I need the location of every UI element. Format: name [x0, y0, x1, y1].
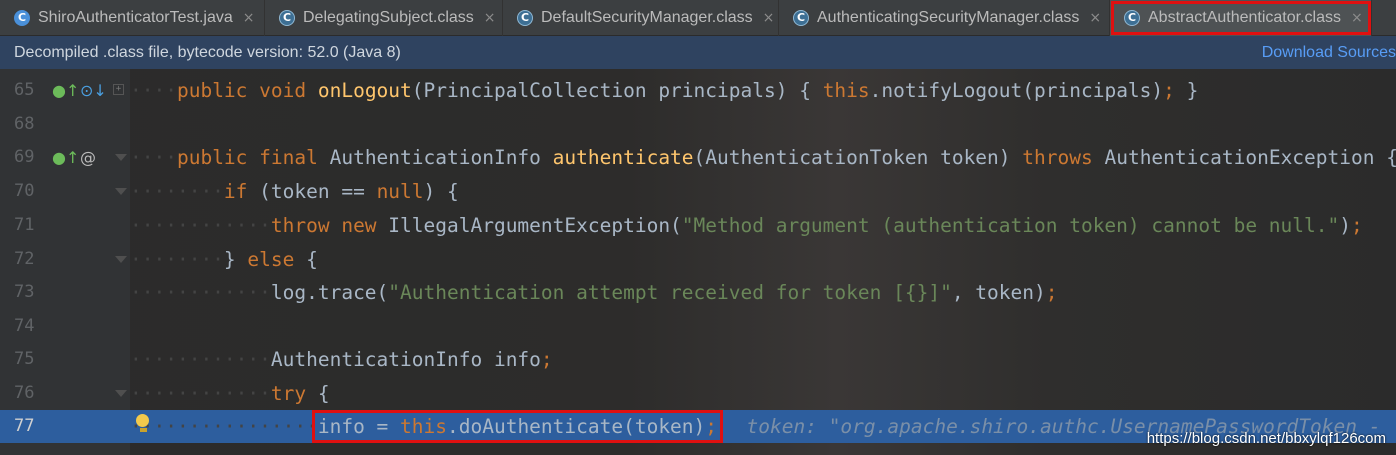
tab-label: ShiroAuthenticatorTest.java — [38, 9, 233, 26]
gutter-line: 68 — [0, 108, 130, 141]
decompiled-info-banner: Decompiled .class file, bytecode version… — [0, 36, 1396, 69]
tab-label: AuthenticatingSecurityManager.class — [817, 9, 1080, 26]
code-line: ····public void onLogout(PrincipalCollec… — [130, 79, 1199, 102]
class-file-icon: C — [517, 10, 533, 26]
overridden-marker-icon[interactable]: ⊙↓ — [80, 74, 107, 107]
tab-label: DelegatingSubject.class — [303, 9, 474, 26]
code-line: ············throw new IllegalArgumentExc… — [130, 214, 1363, 237]
intention-bulb-icon[interactable] — [136, 414, 150, 432]
line-number: 68 — [14, 114, 35, 134]
line-number: 74 — [14, 316, 35, 336]
download-sources-link[interactable]: Download Sources — [1262, 36, 1396, 69]
tab-abstract-authenticator[interactable]: C AbstractAuthenticator.class × — [1110, 0, 1372, 36]
gutter-line: 69 ●↑ @ — [0, 141, 130, 174]
gutter-line: 76 — [0, 377, 130, 410]
close-icon[interactable]: × — [243, 10, 255, 26]
gutter-line: 65 ●↑ ⊙↓ + — [0, 74, 130, 107]
close-icon[interactable]: × — [1351, 10, 1363, 26]
line-number: 65 — [14, 80, 35, 100]
line-number: 71 — [14, 215, 35, 235]
gutter-line: 71 — [0, 209, 130, 242]
line-number: 75 — [14, 349, 35, 369]
tab-delegating-subject[interactable]: C DelegatingSubject.class × — [265, 0, 503, 36]
fold-collapse-icon[interactable] — [115, 188, 127, 195]
fold-collapse-icon[interactable] — [115, 390, 127, 397]
close-icon[interactable]: × — [484, 10, 496, 26]
banner-message: Decompiled .class file, bytecode version… — [14, 43, 401, 61]
code-line: ····public final AuthenticationInfo auth… — [130, 146, 1396, 169]
gutter-line: 73 — [0, 276, 130, 309]
editor-tab-bar: C ShiroAuthenticatorTest.java × C Delega… — [0, 0, 1396, 36]
gutter-line: 75 — [0, 343, 130, 376]
tab-label: DefaultSecurityManager.class — [541, 9, 753, 26]
gutter-line-current: 77 — [0, 410, 130, 443]
tab-default-security-manager[interactable]: C DefaultSecurityManager.class × — [503, 0, 779, 36]
line-number: 77 — [14, 416, 35, 436]
close-icon[interactable]: × — [763, 10, 775, 26]
fold-collapse-icon[interactable] — [115, 256, 127, 263]
class-file-icon: C — [793, 10, 809, 26]
gutter-line: 72 — [0, 243, 130, 276]
annotation-at-icon[interactable]: @ — [80, 141, 96, 174]
line-number: 70 — [14, 181, 35, 201]
code-line: ············log.trace("Authentication at… — [130, 281, 1058, 304]
gutter-line: 70 — [0, 175, 130, 208]
implements-marker-icon[interactable]: ●↑ — [52, 141, 79, 174]
code-editor[interactable]: 65 ●↑ ⊙↓ + ····public void onLogout(Prin… — [0, 69, 1396, 455]
tab-shiro-authenticator-test[interactable]: C ShiroAuthenticatorTest.java × — [0, 0, 265, 36]
line-number: 69 — [14, 147, 35, 167]
tab-authenticating-security-manager[interactable]: C AuthenticatingSecurityManager.class × — [779, 0, 1110, 36]
close-icon[interactable]: × — [1089, 10, 1101, 26]
code-line: ············AuthenticationInfo info; — [130, 348, 553, 371]
code-line: ········} else { — [130, 248, 318, 271]
fold-collapse-icon[interactable] — [115, 154, 127, 161]
class-file-icon: C — [1124, 10, 1140, 26]
implements-marker-icon[interactable]: ●↑ — [52, 74, 79, 107]
fold-expand-icon[interactable]: + — [113, 84, 124, 95]
java-class-icon: C — [14, 10, 30, 26]
line-number: 73 — [14, 282, 35, 302]
code-line: ············try { — [130, 382, 330, 405]
class-file-icon: C — [279, 10, 295, 26]
code-line: ········if (token == null) { — [130, 180, 459, 203]
watermark: https://blog.csdn.net/bbxylqf126com — [1146, 430, 1386, 447]
tab-label: AbstractAuthenticator.class — [1148, 9, 1341, 26]
line-number: 76 — [14, 383, 35, 403]
gutter-line: 74 — [0, 310, 130, 343]
line-number: 72 — [14, 249, 35, 269]
